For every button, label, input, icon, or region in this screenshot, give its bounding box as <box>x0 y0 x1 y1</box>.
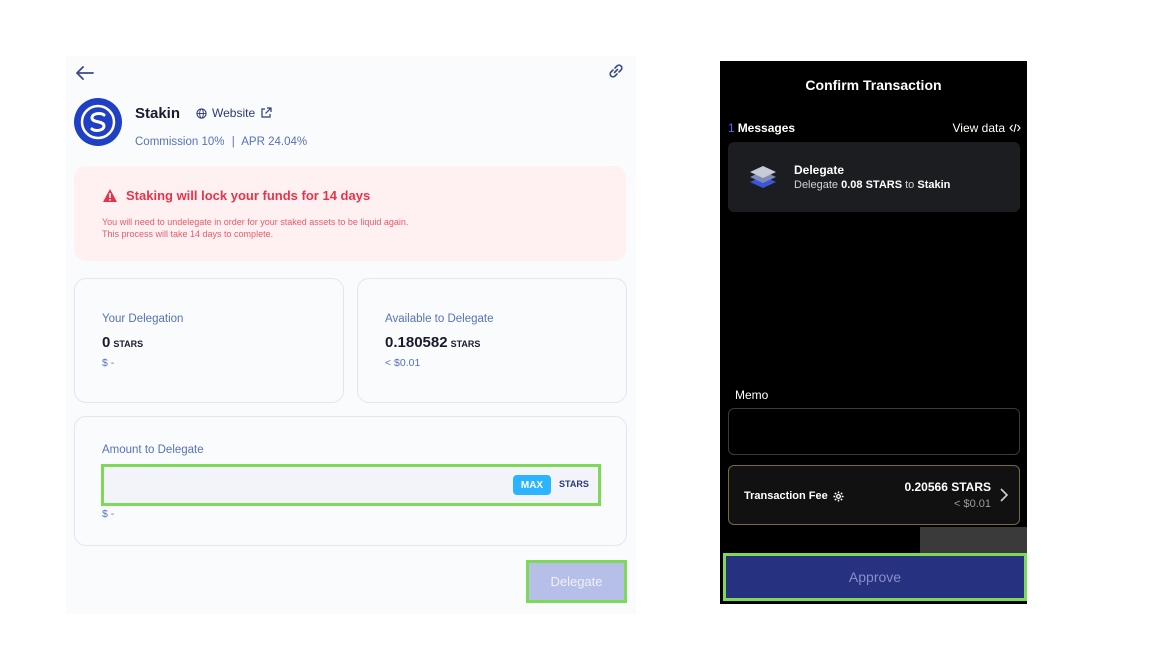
messages-label: Messages <box>737 121 796 135</box>
your-delegation-label: Your Delegation <box>102 313 184 325</box>
layers-icon <box>750 166 776 188</box>
link-icon[interactable] <box>607 62 625 80</box>
memo-input[interactable] <box>728 408 1020 455</box>
commission: Commission 10% <box>135 136 225 148</box>
stats-separator: | <box>231 136 235 148</box>
message-target: Stakin <box>917 179 951 191</box>
external-link-icon <box>261 107 272 118</box>
your-delegation-unit: STARS <box>113 339 144 349</box>
view-data-button[interactable]: View data <box>953 121 1021 135</box>
warning-line-1: You will need to undelegate in order for… <box>102 217 409 227</box>
messages-count: 1 <box>728 121 735 135</box>
amount-label: Amount to Delegate <box>102 444 204 456</box>
website-link[interactable]: Website <box>196 106 272 120</box>
warning-text: You will need to undelegate in order for… <box>102 216 408 240</box>
confirm-title: Confirm Transaction <box>805 77 942 93</box>
amount-input[interactable] <box>108 473 498 497</box>
transaction-fee-card[interactable]: Transaction Fee 0.20566 STARS < $0.01 <box>728 465 1020 525</box>
fee-label-text: Transaction Fee <box>744 490 828 502</box>
messages-header: 1 Messages <box>728 121 795 135</box>
back-arrow-icon[interactable] <box>76 66 94 80</box>
globe-icon <box>196 107 207 119</box>
amount-usd: $ - <box>102 508 115 520</box>
max-button[interactable]: MAX <box>513 475 551 495</box>
fee-label: Transaction Fee <box>744 490 844 502</box>
warning-title-text: Staking will lock your funds for 14 days <box>126 188 371 203</box>
fee-value: 0.20566 STARS <box>904 480 992 494</box>
amount-card: Amount to Delegate MAX STARS $ - <box>74 416 627 546</box>
message-amount: 0.08 STARS <box>841 179 903 191</box>
available-value: 0.180582 STARS <box>385 334 480 351</box>
your-delegation-usd: $ - <box>102 357 115 369</box>
website-label: Website <box>212 106 256 120</box>
validator-stats: Commission 10% | APR 24.04% <box>135 136 307 148</box>
delegate-button[interactable]: Delegate <box>526 560 627 603</box>
message-title: Delegate <box>794 163 845 177</box>
staking-panel: Stakin Website Commission 10% | APR 24.0… <box>66 56 636 614</box>
confirm-transaction-panel: Confirm Transaction 1 Messages View data … <box>720 61 1027 604</box>
warning-line-2: This process will take 14 days to comple… <box>102 229 274 239</box>
message-desc-prefix: Delegate <box>794 179 839 191</box>
apr: APR 24.04% <box>241 136 308 148</box>
amount-field[interactable]: MAX STARS <box>101 464 601 506</box>
your-delegation-value: 0 STARS <box>102 334 143 351</box>
lock-warning: Staking will lock your funds for 14 days… <box>74 166 626 261</box>
divider-strip-dark <box>720 527 920 553</box>
approve-button[interactable]: Approve <box>723 553 1027 601</box>
available-card: Available to Delegate 0.180582 STARS < $0… <box>357 278 627 403</box>
message-description: Delegate 0.08 STARS to Stakin <box>794 179 950 191</box>
warning-title: Staking will lock your funds for 14 days <box>102 188 370 203</box>
gear-icon <box>833 490 844 502</box>
validator-name: Stakin <box>135 105 181 122</box>
your-delegation-card: Your Delegation 0 STARS $ - <box>74 278 344 403</box>
message-card: Delegate Delegate 0.08 STARS to Stakin <box>728 142 1020 212</box>
amount-unit: STARS <box>559 479 589 489</box>
available-amount: 0.180582 <box>385 334 448 351</box>
fee-usd: < $0.01 <box>953 498 991 510</box>
code-icon <box>1009 123 1021 133</box>
your-delegation-amount: 0 <box>102 334 111 351</box>
message-desc-mid: to <box>905 179 915 191</box>
memo-label: Memo <box>735 388 769 402</box>
stakin-logo-icon <box>80 104 116 140</box>
screenshot: Stakin Website Commission 10% | APR 24.0… <box>0 0 1170 652</box>
chevron-right-icon <box>1000 488 1009 502</box>
warning-triangle-icon <box>103 189 117 202</box>
divider-strip <box>720 527 1027 553</box>
validator-avatar <box>74 98 122 146</box>
view-data-label: View data <box>952 121 1005 135</box>
available-usd: < $0.01 <box>385 357 421 369</box>
available-label: Available to Delegate <box>385 313 494 325</box>
available-unit: STARS <box>450 339 481 349</box>
